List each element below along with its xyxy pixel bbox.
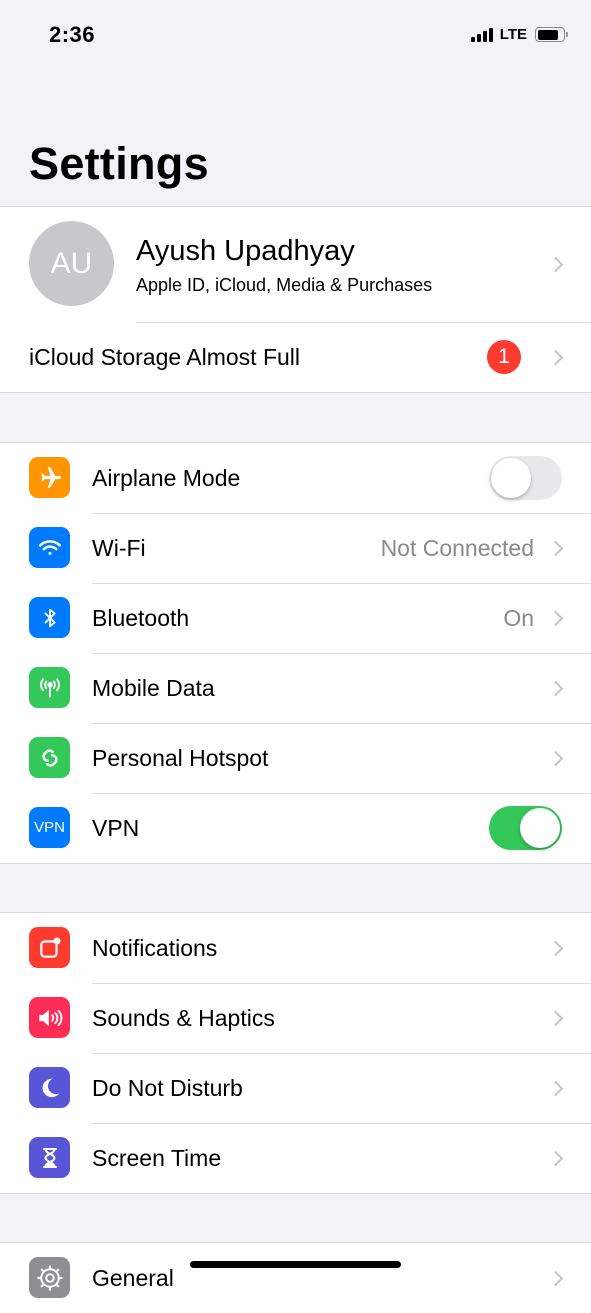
row-label: Airplane Mode — [92, 464, 241, 491]
settings-row-general[interactable]: General — [0, 1243, 591, 1313]
chevron-right-icon — [547, 1010, 564, 1026]
divider — [92, 723, 591, 724]
hotspot-link-icon — [29, 737, 70, 778]
profile-subtitle: Apple ID, iCloud, Media & Purchases — [136, 275, 433, 295]
row-label: Bluetooth — [92, 604, 190, 631]
row-label: VPN — [92, 814, 140, 841]
status-indicators: LTE — [470, 26, 568, 43]
moon-icon — [29, 1067, 70, 1108]
settings-row-sounds-haptics[interactable]: Sounds & Haptics — [0, 983, 591, 1053]
icloud-storage-alert-row[interactable]: iCloud Storage Almost Full 1 — [0, 322, 591, 392]
status-time: 2:36 — [49, 22, 96, 47]
row-label: Notifications — [92, 934, 218, 961]
row-label: Wi-Fi — [92, 534, 146, 561]
general-group: General — [0, 1242, 591, 1313]
divider — [92, 1123, 591, 1124]
notifications-group: Notifications Sounds & Haptics Do Not Dist… — [0, 912, 591, 1194]
home-indicator[interactable] — [190, 1261, 401, 1268]
row-label: Sounds & Haptics — [92, 1004, 275, 1031]
row-value: Not Connected — [380, 534, 534, 561]
divider — [136, 322, 591, 323]
page-title: Settings — [29, 138, 209, 189]
profile-name: Ayush Upadhyay — [136, 235, 355, 267]
notifications-icon — [29, 927, 70, 968]
settings-row-vpn[interactable]: VPN VPN — [0, 793, 591, 863]
notification-badge: 1 — [487, 340, 521, 374]
status-bar: 2:36 LTE — [0, 0, 591, 70]
settings-row-do-not-disturb[interactable]: Do Not Disturb — [0, 1053, 591, 1123]
chevron-right-icon — [547, 1270, 564, 1286]
speaker-icon — [29, 997, 70, 1038]
apple-id-row[interactable]: AU Ayush Upadhyay Apple ID, iCloud, Medi… — [0, 207, 591, 322]
connectivity-group: Airplane Mode Wi-Fi Not Connected Bluetooth… — [0, 442, 591, 864]
divider — [92, 653, 591, 654]
row-label: General — [92, 1264, 174, 1291]
settings-row-airplane-mode[interactable]: Airplane Mode — [0, 443, 591, 513]
settings-row-wifi[interactable]: Wi-Fi Not Connected — [0, 513, 591, 583]
airplane-mode-toggle[interactable] — [489, 456, 562, 500]
row-label: Screen Time — [92, 1144, 222, 1171]
row-label: Personal Hotspot — [92, 744, 269, 771]
chevron-right-icon — [547, 750, 564, 766]
profile-group: AU Ayush Upadhyay Apple ID, iCloud, Medi… — [0, 206, 591, 393]
network-type: LTE — [499, 26, 527, 43]
hourglass-icon — [29, 1137, 70, 1178]
settings-row-personal-hotspot[interactable]: Personal Hotspot — [0, 723, 591, 793]
divider — [92, 983, 591, 984]
divider — [92, 513, 591, 514]
row-value: On — [503, 604, 534, 631]
chevron-right-icon — [547, 1150, 564, 1166]
settings-row-screen-time[interactable]: Screen Time — [0, 1123, 591, 1193]
row-label: Mobile Data — [92, 674, 215, 701]
chevron-right-icon — [547, 610, 564, 626]
divider — [92, 1053, 591, 1054]
chevron-right-icon — [547, 349, 564, 365]
divider — [92, 583, 591, 584]
chevron-right-icon — [547, 680, 564, 696]
row-label: Do Not Disturb — [92, 1074, 243, 1101]
chevron-right-icon — [547, 1080, 564, 1096]
icloud-storage-label: iCloud Storage Almost Full — [29, 343, 301, 370]
avatar: AU — [29, 221, 114, 306]
chevron-right-icon — [547, 940, 564, 956]
wifi-icon — [29, 527, 70, 568]
gear-icon — [29, 1257, 70, 1298]
chevron-right-icon — [547, 256, 564, 273]
divider — [92, 793, 591, 794]
settings-row-notifications[interactable]: Notifications — [0, 913, 591, 983]
toggle-knob — [491, 458, 531, 498]
bluetooth-icon — [29, 597, 70, 638]
vpn-toggle[interactable] — [489, 806, 562, 850]
settings-row-mobile-data[interactable]: Mobile Data — [0, 653, 591, 723]
battery-icon — [535, 27, 568, 42]
cellular-signal-icon — [470, 27, 493, 42]
vpn-icon: VPN — [29, 807, 70, 848]
settings-row-bluetooth[interactable]: Bluetooth On — [0, 583, 591, 653]
toggle-knob — [520, 808, 560, 848]
airplane-icon — [29, 457, 70, 498]
antenna-icon — [29, 667, 70, 708]
chevron-right-icon — [547, 540, 564, 556]
